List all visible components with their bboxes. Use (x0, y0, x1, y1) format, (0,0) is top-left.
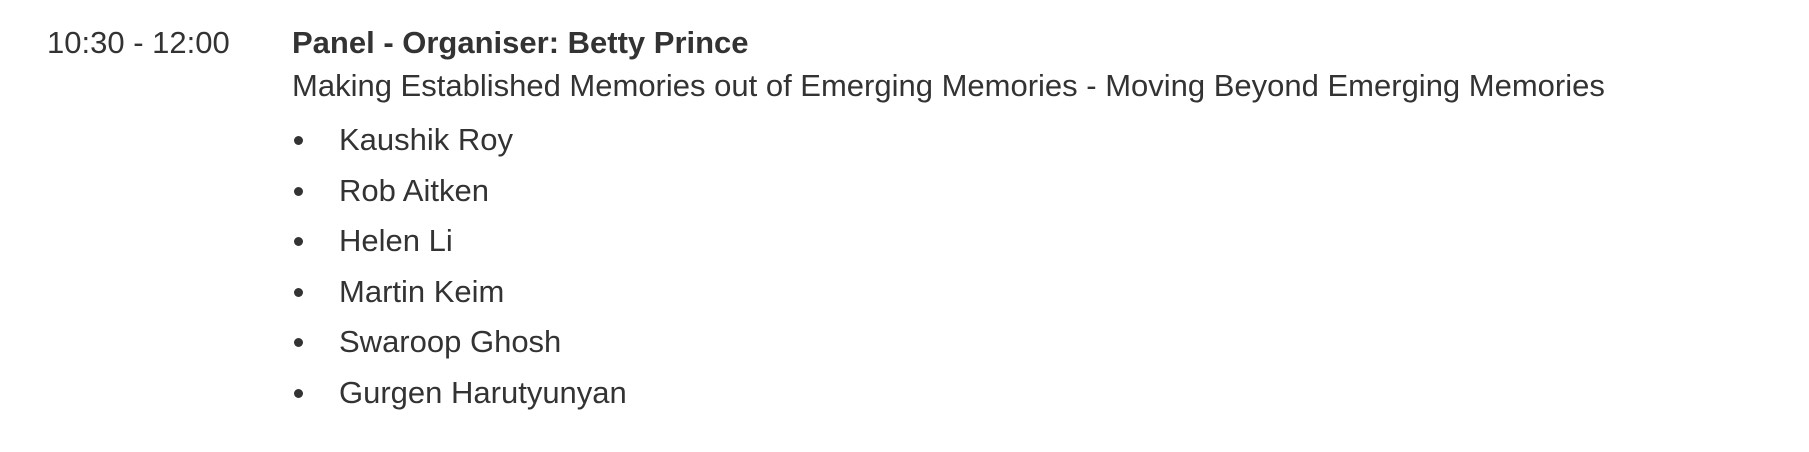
program-session: 10:30 - 12:00 Panel - Organiser: Betty P… (0, 0, 1809, 452)
session-time: 10:30 - 12:00 (47, 25, 230, 60)
speaker-item: Gurgen Harutyunyan (292, 368, 1605, 419)
session-subtitle: Making Established Memories out of Emerg… (292, 68, 1605, 103)
bullet-icon (294, 186, 303, 196)
speaker-item: Martin Keim (292, 267, 1605, 318)
bullet-icon (294, 287, 303, 297)
speaker-name: Helen Li (339, 223, 453, 258)
speaker-name: Kaushik Roy (339, 122, 514, 157)
speaker-name: Rob Aitken (339, 172, 489, 208)
speaker-item: Kaushik Roy (292, 115, 1605, 166)
speaker-name: Swaroop Ghosh (339, 324, 562, 359)
speaker-name: Martin Keim (339, 273, 505, 309)
speaker-item: Helen Li (292, 216, 1605, 267)
speaker-item: Swaroop Ghosh (292, 317, 1605, 368)
bullet-icon (294, 136, 303, 145)
bullet-icon (294, 338, 303, 347)
session-details: Panel - Organiser: Betty Prince Making E… (292, 21, 1605, 418)
speaker-list: Kaushik Roy Rob Aitken Helen Li Martin K… (292, 115, 1605, 418)
bullet-icon (294, 388, 303, 398)
speaker-name: Gurgen Harutyunyan (339, 374, 627, 410)
speaker-item: Rob Aitken (292, 166, 1605, 217)
bullet-icon (294, 237, 303, 246)
session-title: Panel - Organiser: Betty Prince (292, 25, 749, 60)
